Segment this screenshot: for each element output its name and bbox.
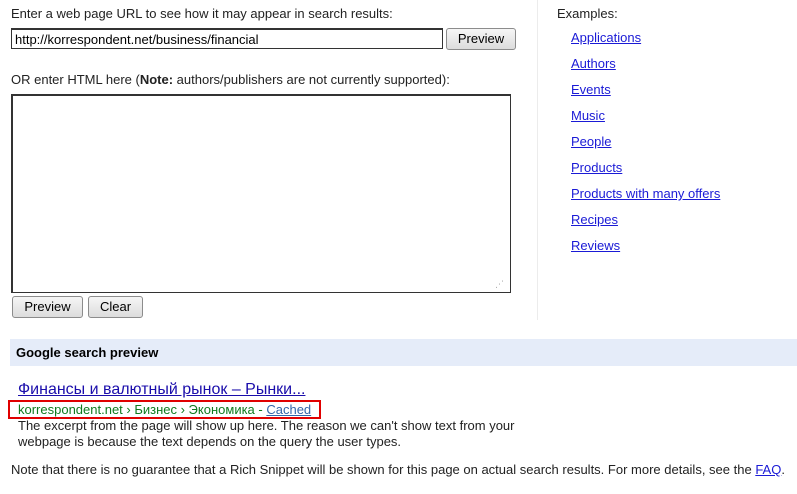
example-item-authors: Authors xyxy=(571,56,720,82)
result-url-breadcrumb: korrespondent.net › Бизнес › Экономика - xyxy=(18,402,267,417)
example-link-applications[interactable]: Applications xyxy=(571,30,641,45)
example-link-music[interactable]: Music xyxy=(571,108,605,123)
result-snippet: The excerpt from the page will show up h… xyxy=(18,418,515,449)
result-url-line: korrespondent.net › Бизнес › Экономика -… xyxy=(18,402,311,417)
result-title-link[interactable]: Финансы и валютный рынок – Рынки... xyxy=(18,381,305,399)
disclaimer-note: Note that there is no guarantee that a R… xyxy=(11,462,785,477)
example-link-people[interactable]: People xyxy=(571,134,611,149)
clear-button[interactable]: Clear xyxy=(88,296,143,318)
examples-list: Applications Authors Events Music People… xyxy=(571,30,720,264)
cached-link[interactable]: Cached xyxy=(266,402,311,417)
preview-section-title: Google search preview xyxy=(16,345,159,360)
note-suffix: . xyxy=(781,462,785,477)
url-input[interactable] xyxy=(11,28,443,49)
html-label-note: Note: xyxy=(139,72,174,87)
example-item-products: Products xyxy=(571,160,720,186)
example-link-authors[interactable]: Authors xyxy=(571,56,616,71)
example-link-products-many-offers[interactable]: Products with many offers xyxy=(571,186,720,201)
example-link-reviews[interactable]: Reviews xyxy=(571,238,620,253)
preview-url-button[interactable]: Preview xyxy=(446,28,516,50)
example-item-applications: Applications xyxy=(571,30,720,56)
html-input-label: OR enter HTML here (Note: authors/publis… xyxy=(11,72,450,87)
html-textarea[interactable] xyxy=(11,94,511,293)
faq-link[interactable]: FAQ xyxy=(755,462,781,477)
note-text: Note that there is no guarantee that a R… xyxy=(11,462,756,477)
html-label-suffix: authors/publishers are not currently sup… xyxy=(173,72,450,87)
example-link-recipes[interactable]: Recipes xyxy=(571,212,618,227)
example-link-products[interactable]: Products xyxy=(571,160,622,175)
html-label-prefix: OR enter HTML here ( xyxy=(11,72,140,87)
example-item-events: Events xyxy=(571,82,720,108)
examples-label: Examples: xyxy=(557,6,618,21)
example-item-music: Music xyxy=(571,108,720,134)
resize-grip-icon[interactable]: ⋰ xyxy=(495,279,505,289)
example-link-events[interactable]: Events xyxy=(571,82,611,97)
example-item-people: People xyxy=(571,134,720,160)
example-item-recipes: Recipes xyxy=(571,212,720,238)
example-item-products-many-offers: Products with many offers xyxy=(571,186,720,212)
column-divider xyxy=(537,0,538,320)
preview-html-button[interactable]: Preview xyxy=(12,296,83,318)
example-item-reviews: Reviews xyxy=(571,238,720,264)
url-label: Enter a web page URL to see how it may a… xyxy=(11,6,393,21)
